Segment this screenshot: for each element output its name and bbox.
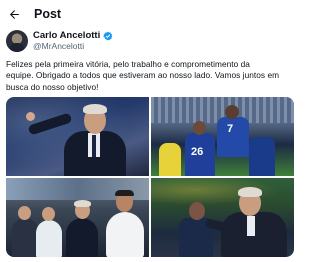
- post-text-line: busca do nosso objetivo!: [6, 81, 99, 92]
- post-text: Felizes pela primeira vitória, pelo trab…: [6, 59, 296, 93]
- jersey-number-left: 26: [191, 146, 204, 158]
- photo-4[interactable]: [151, 178, 294, 257]
- photo-2[interactable]: 26 7: [151, 97, 294, 176]
- jersey-number-right: 7: [227, 123, 234, 135]
- player-yellow: [159, 143, 181, 176]
- author-handle[interactable]: @MrAncelotti: [33, 41, 84, 52]
- coach-hair-4: [238, 187, 262, 197]
- player-head-left: [193, 121, 206, 135]
- coach-hair: [83, 104, 107, 114]
- post-text-line: Felizes pela primeira vitória, pelo trab…: [6, 59, 250, 69]
- pointing-hand: [26, 112, 35, 121]
- verified-badge-icon: [103, 31, 113, 41]
- player-head-right: [225, 105, 239, 119]
- staff-right-hair: [115, 190, 134, 196]
- media-grid: 26 7: [6, 97, 294, 257]
- post-author[interactable]: Carlo Ancelotti @MrAncelotti: [6, 30, 294, 54]
- page-title: Post: [34, 7, 62, 21]
- coach-suit-3: [66, 218, 98, 257]
- coach-shirt-4: [247, 216, 255, 236]
- staff-white-shirt: [36, 220, 62, 257]
- player-jersey-back: [249, 137, 275, 176]
- coach-hair-3: [74, 200, 91, 207]
- background-blur: [151, 178, 294, 208]
- photo-1[interactable]: [6, 97, 149, 176]
- back-button[interactable]: [6, 6, 22, 22]
- staff-left-head: [18, 206, 31, 220]
- staff-left-suit: [12, 218, 38, 257]
- avatar[interactable]: [6, 30, 28, 52]
- coach-tie: [92, 135, 96, 157]
- player-head: [189, 202, 205, 220]
- back-arrow-icon: [9, 9, 19, 19]
- player-jersey-right: [217, 117, 249, 157]
- photo-3[interactable]: [6, 178, 149, 257]
- top-bar: Post: [0, 0, 300, 28]
- staff-white-head: [42, 207, 55, 221]
- post-text-line: equipe. Obrigado a todos que estiveram a…: [6, 70, 280, 81]
- staff-right-shirt: [106, 212, 144, 257]
